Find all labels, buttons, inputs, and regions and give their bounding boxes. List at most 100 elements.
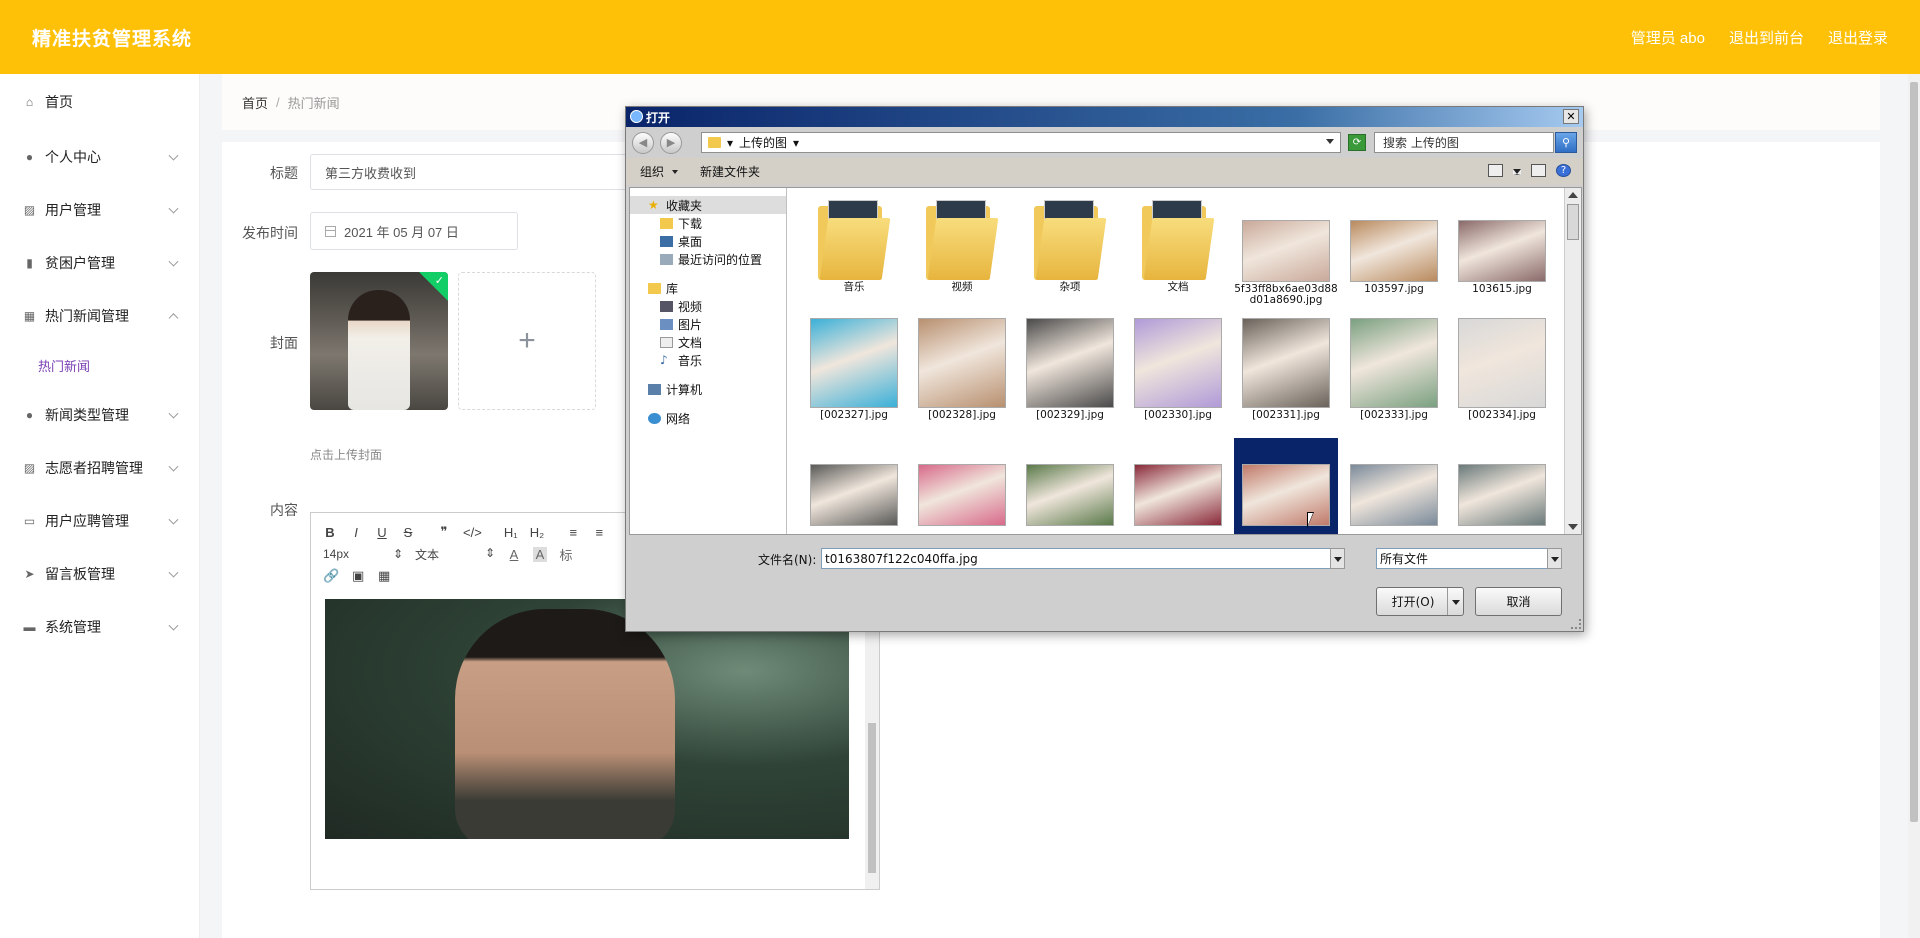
image-file-item[interactable] (910, 438, 1014, 534)
heading-2-button[interactable]: H₂ (530, 525, 544, 540)
image-file-item[interactable]: [002334].jpg (1450, 318, 1554, 436)
image-file-item[interactable] (802, 438, 906, 534)
folder-item[interactable]: 视频 (910, 194, 1014, 312)
bullet-list-button[interactable]: ≡ (592, 525, 606, 540)
preview-pane-icon[interactable] (1531, 164, 1546, 177)
search-input[interactable]: 搜索 上传的图 (1374, 132, 1554, 153)
tree-documents[interactable]: 文档 (630, 333, 786, 351)
image-file-item[interactable]: [002330].jpg (1126, 318, 1230, 436)
image-file-item[interactable] (1450, 438, 1554, 534)
image-file-item[interactable]: [002327].jpg (802, 318, 906, 436)
sidebar-item-news-type[interactable]: ● 新闻类型管理 (0, 388, 199, 441)
ordered-list-button[interactable]: ≡ (566, 525, 580, 540)
image-file-item[interactable] (1234, 438, 1338, 534)
page-scroll-thumb[interactable] (1910, 82, 1918, 822)
back-button[interactable]: ◀ (632, 131, 654, 154)
upload-cover-hint[interactable]: 点击上传封面 (310, 446, 382, 463)
video-icon[interactable]: ▦ (377, 568, 391, 584)
image-file-item[interactable]: [002328].jpg (910, 318, 1014, 436)
tree-music[interactable]: ♪ 音乐 (630, 351, 786, 369)
path-dropdown-icon[interactable]: ▾ (793, 136, 799, 150)
breadcrumb-arrow-icon[interactable]: ▾ (727, 136, 733, 150)
help-icon[interactable]: ? (1556, 164, 1571, 177)
admin-user-link[interactable]: 管理员 abo (1631, 27, 1705, 48)
image-icon[interactable]: ▣ (351, 568, 365, 584)
open-split-dropdown-icon[interactable] (1447, 588, 1463, 615)
file-type-dropdown-icon[interactable] (1547, 548, 1562, 569)
tree-videos[interactable]: 视频 (630, 297, 786, 315)
link-icon[interactable]: 🔗 (323, 568, 339, 584)
tree-pictures[interactable]: 图片 (630, 315, 786, 333)
underline-button[interactable]: U (375, 525, 389, 540)
refresh-icon[interactable]: ⟳ (1348, 134, 1366, 151)
sidebar-item-home[interactable]: ⌂ 首页 (0, 74, 199, 130)
cover-upload-button[interactable]: + (458, 272, 596, 410)
tree-library[interactable]: 库 (630, 279, 786, 297)
editor-scroll-thumb[interactable] (868, 723, 876, 873)
blockquote-button[interactable]: ❞ (437, 524, 451, 540)
sidebar-item-volunteer-recruit[interactable]: ▨ 志愿者招聘管理 (0, 441, 199, 494)
filename-input[interactable]: t0163807f122c040ffa.jpg (821, 548, 1345, 569)
file-type-select[interactable]: 所有文件 (1376, 548, 1562, 569)
scroll-up-icon[interactable] (1568, 192, 1578, 198)
filename-dropdown-icon[interactable] (1330, 548, 1345, 569)
sidebar-item-hot-news-management[interactable]: ▦ 热门新闻管理 (0, 289, 199, 342)
folder-item[interactable]: 音乐 (802, 194, 906, 312)
search-icon[interactable]: ⚲ (1555, 132, 1577, 153)
image-file-item[interactable]: [002333].jpg (1342, 318, 1446, 436)
dialog-title-bar[interactable]: 打开 ✕ (626, 107, 1583, 127)
sidebar-item-message-board[interactable]: ➤ 留言板管理 (0, 547, 199, 600)
view-mode-icon[interactable] (1488, 164, 1503, 177)
bold-button[interactable]: B (323, 525, 337, 540)
more-format-button[interactable]: 标 (559, 545, 573, 564)
organize-menu[interactable]: 组织 (640, 163, 679, 180)
background-color-button[interactable]: A (533, 546, 547, 562)
close-icon[interactable]: ✕ (1563, 109, 1579, 124)
tree-desktop[interactable]: 桌面 (630, 232, 786, 250)
forward-button[interactable]: ▶ (660, 131, 682, 154)
code-block-button[interactable]: </> (463, 525, 482, 540)
sidebar-item-system-management[interactable]: ▬ 系统管理 (0, 600, 199, 653)
breadcrumb-home[interactable]: 首页 (242, 93, 268, 112)
sidebar-subitem-hot-news[interactable]: 热门新闻 (0, 342, 199, 388)
image-file-item[interactable]: 5f33ff8bx6ae03d88d01a8690.jpg (1234, 194, 1338, 312)
tree-network[interactable]: 网络 (630, 409, 786, 427)
exit-to-frontend-link[interactable]: 退出到前台 (1729, 27, 1804, 48)
image-file-item[interactable]: [002331].jpg (1234, 318, 1338, 436)
image-file-item[interactable]: [002329].jpg (1018, 318, 1122, 436)
font-color-button[interactable]: A (507, 547, 521, 562)
text-type-select[interactable]: 文本 ⇕ (415, 546, 495, 563)
open-button[interactable]: 打开(O) (1376, 587, 1464, 616)
file-list-scroll-thumb[interactable] (1567, 204, 1579, 240)
sidebar-item-personal-center[interactable]: ● 个人中心 (0, 130, 199, 183)
italic-button[interactable]: I (349, 525, 363, 540)
cover-image-preview[interactable]: ✓ (310, 272, 448, 410)
page-scrollbar[interactable] (1908, 74, 1920, 938)
image-file-item[interactable] (1342, 438, 1446, 534)
logout-link[interactable]: 退出登录 (1828, 27, 1888, 48)
sidebar-item-user-application[interactable]: ▭ 用户应聘管理 (0, 494, 199, 547)
resize-grip-icon[interactable] (1571, 619, 1581, 629)
tree-favorites[interactable]: ★ 收藏夹 (630, 196, 786, 214)
heading-1-button[interactable]: H₁ (504, 525, 518, 540)
view-dropdown-icon[interactable] (1513, 164, 1521, 177)
folder-item[interactable]: 文档 (1126, 194, 1230, 312)
image-file-item[interactable] (1018, 438, 1122, 534)
folder-item[interactable]: 杂项 (1018, 194, 1122, 312)
new-folder-button[interactable]: 新建文件夹 (700, 163, 760, 180)
scroll-down-icon[interactable] (1568, 524, 1578, 530)
font-size-select[interactable]: 14px ⇕ (323, 547, 403, 561)
image-file-item[interactable] (1126, 438, 1230, 534)
file-list-scrollbar[interactable] (1564, 188, 1581, 534)
title-input[interactable]: 第三方收费收到 (310, 154, 630, 190)
image-file-item[interactable]: 103615.jpg (1450, 194, 1554, 312)
tree-downloads[interactable]: 下载 (630, 214, 786, 232)
sidebar-item-poor-household[interactable]: ▮ 贫困户管理 (0, 236, 199, 289)
strikethrough-button[interactable]: S (401, 525, 415, 540)
address-dropdown-icon[interactable] (1326, 139, 1334, 144)
image-file-item[interactable]: 103597.jpg (1342, 194, 1446, 312)
cancel-button[interactable]: 取消 (1475, 587, 1562, 616)
tree-recent[interactable]: 最近访问的位置 (630, 250, 786, 268)
publish-date-picker[interactable]: 2021 年 05 月 07 日 (310, 212, 518, 250)
tree-computer[interactable]: 计算机 (630, 380, 786, 398)
